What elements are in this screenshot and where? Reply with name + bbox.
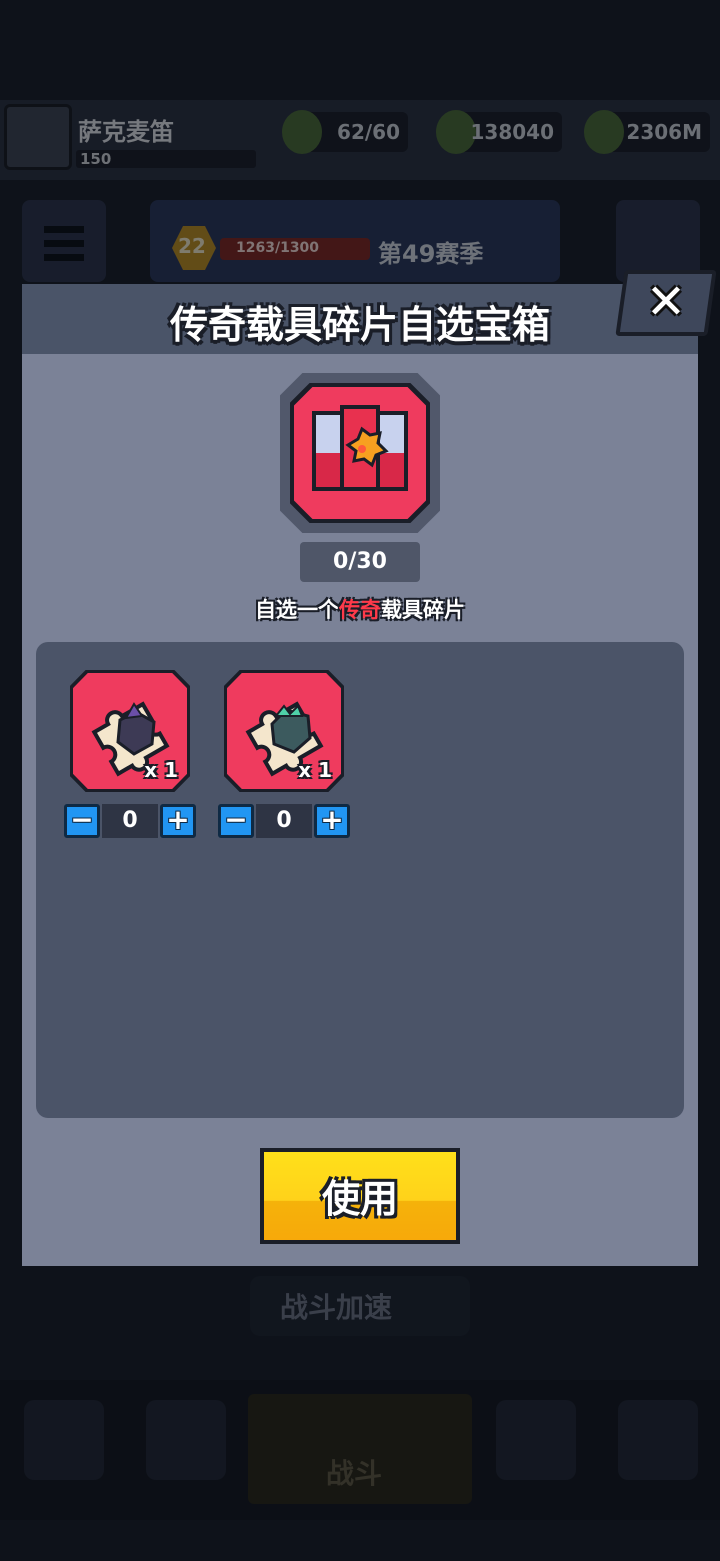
decrease-button[interactable]: − xyxy=(218,803,254,838)
item-quantity: x 1 xyxy=(144,758,178,782)
close-button[interactable]: ✕ xyxy=(615,270,717,336)
item-card[interactable]: x 1 xyxy=(70,670,190,792)
description-prefix: 自选一个 xyxy=(255,598,339,622)
minus-icon: − xyxy=(224,803,248,836)
minus-icon: − xyxy=(70,803,94,836)
quantity-stepper: − 0 + xyxy=(64,803,196,838)
dialog-description: 自选一个传奇载具碎片 xyxy=(0,594,720,624)
decrease-button[interactable]: − xyxy=(64,803,100,838)
description-highlight: 传奇 xyxy=(339,598,381,622)
use-button[interactable]: 使用 xyxy=(260,1148,460,1244)
selection-count: 0/30 xyxy=(300,542,420,582)
description-suffix: 载具碎片 xyxy=(381,598,465,622)
dialog-title: 传奇载具碎片自选宝箱 xyxy=(169,303,550,347)
increase-button[interactable]: + xyxy=(314,803,350,838)
screen: 萨克麦笛 150 62/60 138040 2306M 22 1263/1300… xyxy=(0,0,720,1561)
close-icon: ✕ xyxy=(645,274,687,330)
quantity-stepper: − 0 + xyxy=(218,803,350,838)
plus-icon: + xyxy=(166,803,190,836)
use-button-label: 使用 xyxy=(321,1177,398,1221)
quantity-value: 0 xyxy=(102,804,158,838)
plus-icon: + xyxy=(320,803,344,836)
item-card[interactable]: x 1 xyxy=(224,670,344,792)
item-quantity: x 1 xyxy=(298,758,332,782)
quantity-value: 0 xyxy=(256,804,312,838)
increase-button[interactable]: + xyxy=(160,803,196,838)
chest-icon xyxy=(312,405,408,491)
